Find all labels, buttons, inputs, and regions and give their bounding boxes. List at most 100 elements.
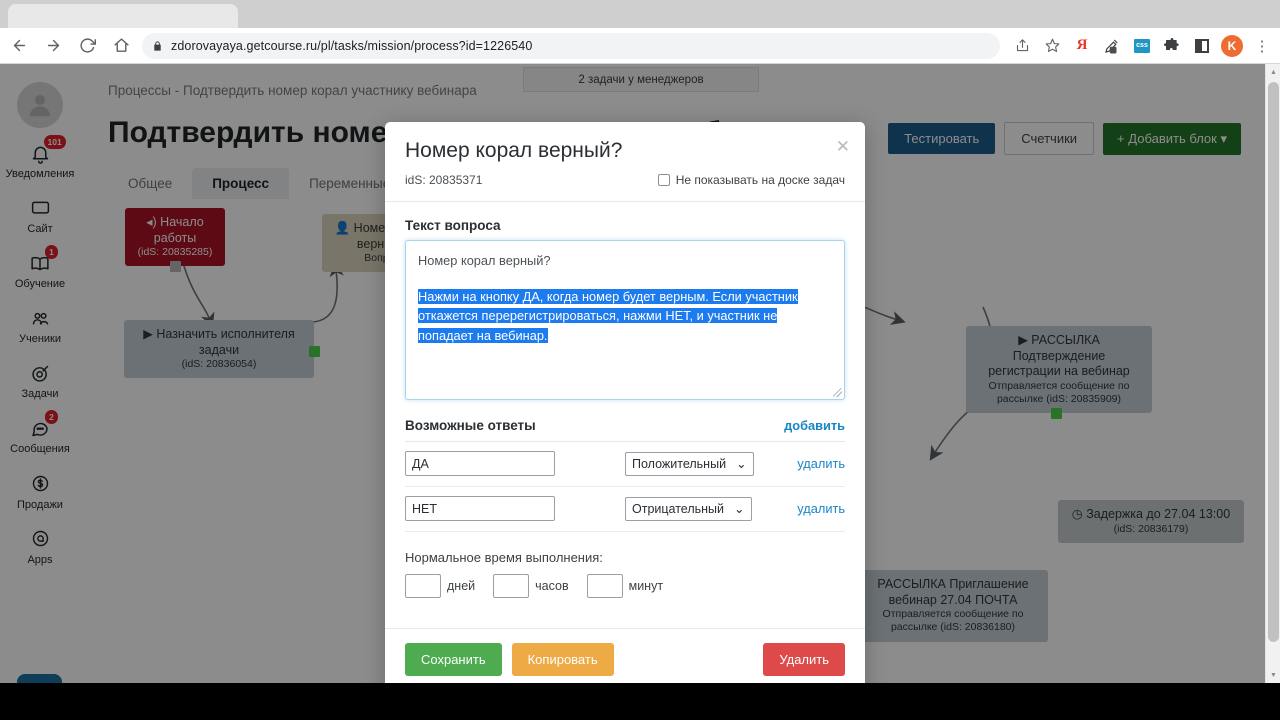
star-icon[interactable] (1038, 32, 1066, 60)
flow-node-mailing-title3: регистрации на вебинар (988, 364, 1130, 379)
minutes-unit-label: минут (628, 579, 664, 593)
tab-bar: Общее Процесс Переменные (108, 168, 410, 199)
add-block-button[interactable]: + Добавить блок ▾ (1103, 122, 1241, 155)
flow-node-invite-sub1: Отправляется сообщение по (882, 608, 1024, 621)
flow-node-start-id: (idS: 20835285) (137, 246, 213, 259)
answer-value-input-1[interactable]: ДА (405, 451, 555, 476)
back-arrow-icon[interactable] (4, 31, 34, 61)
sidebar-label-notifications: Уведомления (5, 168, 75, 180)
flow-node-mailing-sub2: рассылке (idS: 20835909) (996, 393, 1122, 405)
flow-port[interactable] (1051, 408, 1062, 420)
days-input[interactable] (405, 574, 441, 598)
answer-type-select-1[interactable]: Положительный ⌄ (625, 451, 754, 476)
resize-handle[interactable] (833, 388, 842, 397)
page-scrollbar-thumb[interactable] (1268, 82, 1279, 642)
delete-answer-link-2[interactable]: удалить (797, 501, 845, 516)
flow-node-start-title: ◂) Начало работы (146, 215, 204, 245)
days-unit-label: дней (447, 579, 476, 593)
eyedropper-extension-icon[interactable] (1098, 32, 1126, 60)
extensions-puzzle-icon[interactable] (1158, 32, 1186, 60)
browser-tab[interactable] (8, 4, 238, 28)
chevron-down-icon: ▾ (1220, 130, 1227, 146)
dialog-header: Номер корал верный? ✕ (385, 122, 865, 163)
flow-port[interactable] (309, 346, 320, 357)
flow-node-mailing-confirm[interactable]: ▶ РАССЫЛКА Подтверждение регистрации на … (966, 326, 1152, 420)
bell-icon: 101 (30, 135, 66, 165)
sidebar-item-students[interactable]: Ученики (0, 297, 80, 352)
answer-row: ДА Положительный ⌄ удалить (405, 442, 845, 487)
sidebar-item-site[interactable]: Сайт (0, 187, 80, 242)
kebab-menu-icon[interactable]: ⋮ (1248, 32, 1276, 60)
answer-type-select-2[interactable]: Отрицательный ⌄ (625, 496, 752, 521)
save-button[interactable]: Сохранить (405, 643, 502, 676)
question-block-dialog: Номер корал верный? ✕ idS: 20835371 Не п… (385, 122, 865, 694)
flow-node-delay[interactable]: ◷ Задержка до 27.04 13:00 (idS: 20836179… (1058, 500, 1244, 543)
sidebar-item-sales[interactable]: Продажи (0, 463, 80, 518)
tab-process[interactable]: Процесс (192, 168, 290, 199)
answer-type-value-1: Положительный (632, 456, 727, 471)
minutes-input[interactable] (586, 574, 623, 598)
add-answer-link[interactable]: добавить (784, 418, 845, 433)
answer-value-input-2[interactable]: НЕТ (405, 496, 555, 521)
side-panel-icon[interactable] (1188, 32, 1216, 60)
chevron-down-icon: ⌄ (734, 502, 745, 516)
address-bar[interactable]: zdorovayaya.getcourse.ru/pl/tasks/missio… (142, 32, 1000, 59)
target-icon (30, 361, 51, 385)
apps-icon (30, 527, 51, 551)
telegram-send-icon[interactable] (17, 674, 62, 683)
test-button[interactable]: Тестировать (888, 123, 996, 154)
sidebar-label-tasks: Задачи (21, 388, 59, 401)
sidebar-label-students: Ученики (18, 333, 61, 346)
scroll-down-arrow-icon[interactable]: ▼ (1266, 667, 1280, 683)
forward-arrow-icon[interactable] (38, 31, 68, 61)
dialog-title: Номер корал верный? (405, 139, 623, 162)
normal-time-label: Нормальное время выполнения: (405, 550, 603, 565)
sidebar-item-notifications[interactable]: 101 Уведомления (0, 132, 80, 187)
flow-node-delay-title: ◷ Задержка до 27.04 13:00 (1071, 507, 1231, 521)
plus-icon: + (1117, 130, 1125, 146)
yandex-extension-icon[interactable]: Я (1068, 32, 1096, 60)
hours-unit-label: часов (535, 579, 569, 593)
flow-node-invite-sub2: рассылке (idS: 20836180) (890, 621, 1016, 634)
browser-tabstrip (0, 0, 1280, 28)
flow-node-start[interactable]: ◂) Начало работы (idS: 20835285) (125, 208, 225, 273)
profile-avatar[interactable]: K (1218, 32, 1246, 60)
css-extension-icon[interactable]: css (1128, 32, 1156, 60)
tab-general[interactable]: Общее (108, 168, 192, 199)
flow-port[interactable] (170, 261, 181, 273)
notifications-badge: 101 (43, 135, 66, 149)
sidebar-item-training[interactable]: 1 Обучение (0, 242, 80, 297)
reload-icon[interactable] (72, 31, 102, 61)
share-icon[interactable] (1008, 32, 1036, 60)
flow-node-invite-title2: вебинар 27.04 ПОЧТА (888, 592, 1018, 607)
delete-button[interactable]: Удалить (763, 643, 845, 676)
flow-node-assign[interactable]: ▶ Назначить исполнителя задачи (idS: 208… (124, 320, 320, 379)
left-sidebar: 101 Уведомления Сайт 1 Обучение Ученики … (0, 64, 80, 683)
close-icon[interactable]: ✕ (836, 137, 850, 157)
delete-answer-link-1[interactable]: удалить (797, 456, 845, 471)
question-textarea[interactable]: Номер корал верный? Нажми на кнопку ДА, … (405, 240, 845, 400)
sidebar-item-apps[interactable]: Apps (0, 518, 80, 573)
chat-icon: 2 (29, 410, 58, 440)
scroll-up-arrow-icon[interactable]: ▲ (1266, 64, 1280, 80)
counters-button[interactable]: Счетчики (1004, 122, 1095, 155)
people-icon (29, 306, 52, 330)
hide-on-board-checkbox[interactable]: Не показывать на доске задач (657, 173, 845, 187)
breadcrumb[interactable]: Процессы - Подтвердить номер корал участ… (108, 83, 477, 98)
sidebar-item-messages[interactable]: 2 Сообщения (0, 407, 80, 462)
flow-node-mailing-invite[interactable]: РАССЫЛКА Приглашение вебинар 27.04 ПОЧТА… (858, 570, 1048, 642)
sidebar-label-site: Сайт (27, 223, 53, 236)
home-icon[interactable] (106, 31, 136, 61)
avatar[interactable] (17, 82, 63, 128)
checkbox-box[interactable] (657, 174, 670, 186)
copy-button[interactable]: Копировать (511, 643, 614, 676)
sidebar-item-tasks[interactable]: Задачи (0, 352, 80, 407)
flow-node-assign-id: (idS: 20836054) (181, 358, 257, 371)
lock-icon (152, 40, 163, 52)
flow-node-mailing-sub1: Отправляется сообщение по (988, 379, 1130, 392)
dollar-icon (30, 472, 51, 496)
hours-input[interactable] (493, 574, 530, 598)
page-scrollbar[interactable]: ▲ ▼ (1265, 64, 1280, 683)
add-block-label: Добавить блок (1128, 130, 1217, 146)
book-icon: 1 (29, 245, 58, 275)
